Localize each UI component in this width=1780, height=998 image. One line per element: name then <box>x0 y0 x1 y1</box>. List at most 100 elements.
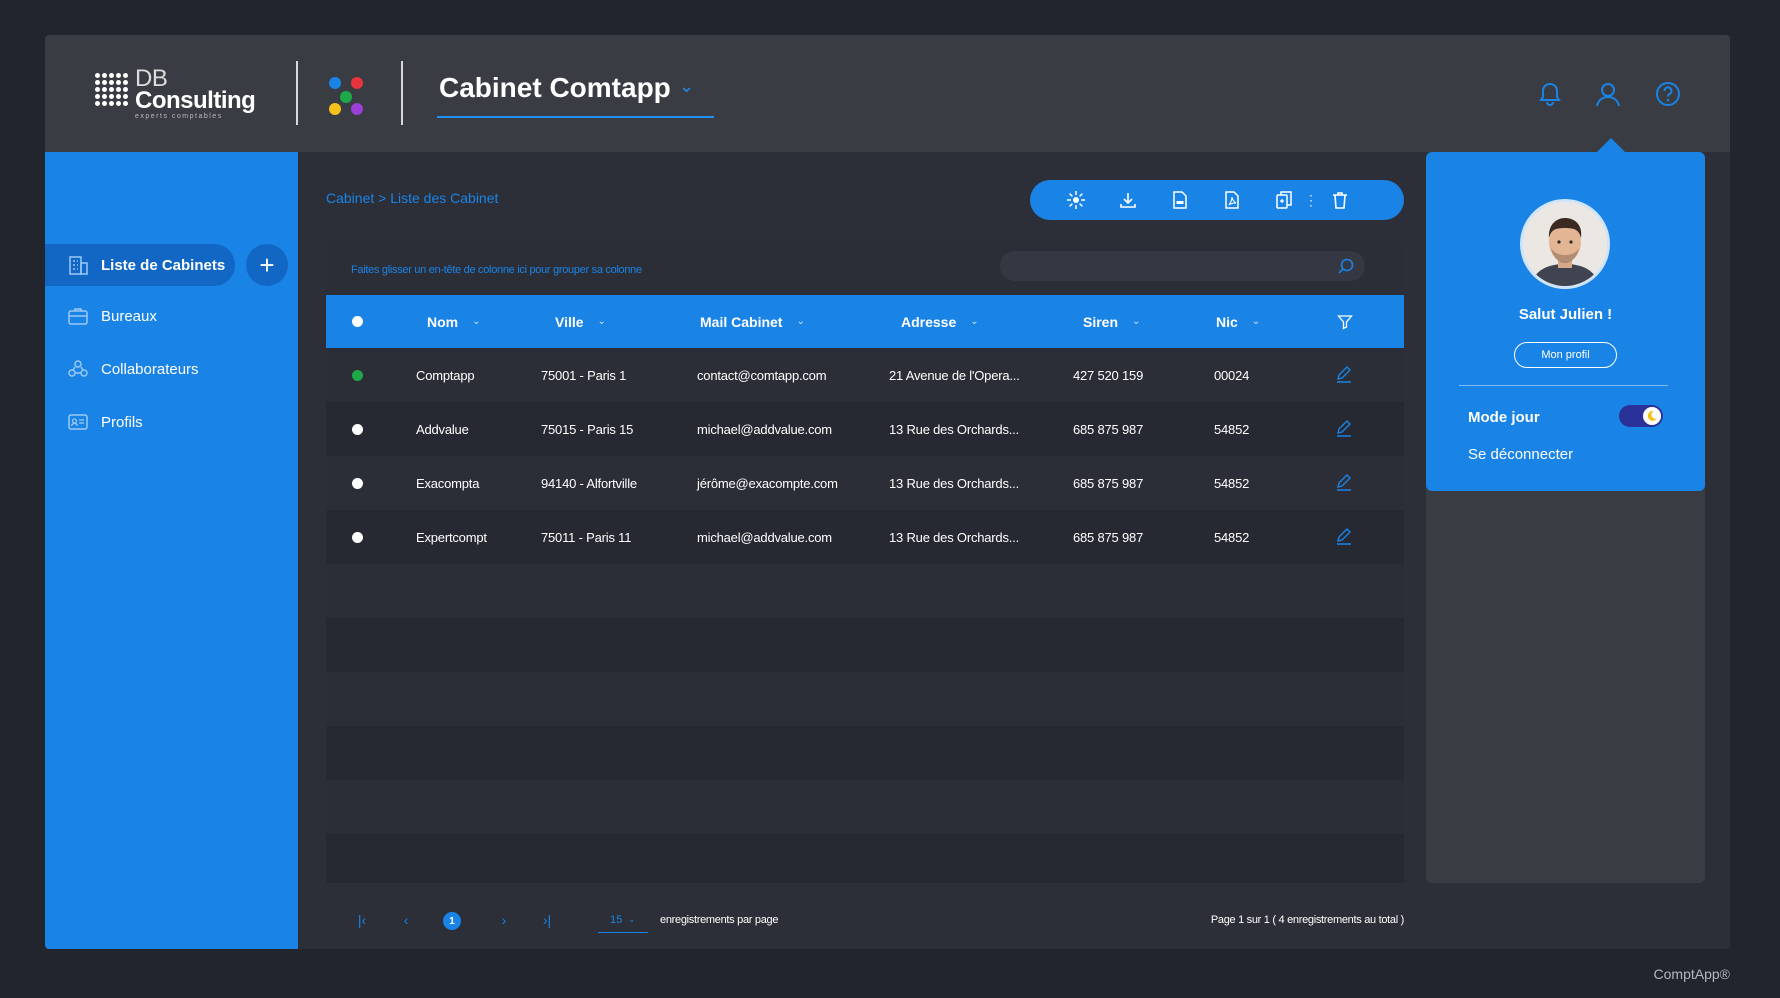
logo-subtitle: experts comptables <box>135 113 223 120</box>
day-mode-toggle[interactable] <box>1619 405 1663 427</box>
cell-nic: 54852 <box>1214 421 1250 437</box>
cabinet-selector-label: Cabinet Comtapp <box>439 72 671 103</box>
cabinet-selector[interactable]: Cabinet Comtapp ⌄ <box>437 68 714 118</box>
pagination: |‹ ‹ 1 › ›| 15 ⌄ enregistrements par pag… <box>326 905 1404 935</box>
cell-adresse: 21 Avenue de l'Opera... <box>889 367 1020 383</box>
cell-nom: Comptapp <box>416 367 475 383</box>
edit-icon[interactable] <box>1335 365 1353 388</box>
cell-mail: jérôme@exacompte.com <box>697 475 838 491</box>
app-switcher-icon[interactable] <box>329 77 373 119</box>
search-box <box>1000 251 1365 281</box>
user-icon[interactable] <box>1594 80 1622 108</box>
edit-icon[interactable] <box>1335 473 1353 496</box>
id-card-icon <box>68 414 88 430</box>
edit-icon[interactable] <box>1335 527 1353 550</box>
greeting: Salut Julien ! <box>1518 306 1613 323</box>
cabinets-grid: Faites glisser un en-tête de colonne ici… <box>326 241 1404 883</box>
sidebar-item-liste-de-cabinets[interactable]: Liste de Cabinets <box>45 244 235 286</box>
group-by-bar[interactable]: Faites glisser un en-tête de colonne ici… <box>326 241 1404 295</box>
per-page-select[interactable]: 15 ⌄ <box>598 907 648 933</box>
cell-adresse: 13 Rue des Orchards... <box>889 529 1019 545</box>
empty-row <box>326 834 1404 883</box>
group-hint: Faites glisser un en-tête de colonne ici… <box>351 264 642 276</box>
logout-link[interactable]: Se déconnecter <box>1468 446 1573 463</box>
table-row[interactable]: Expertcompt 75011 - Paris 11 michael@add… <box>326 510 1404 564</box>
avatar[interactable] <box>1520 199 1610 289</box>
bell-icon[interactable] <box>1536 80 1564 108</box>
cell-siren: 685 875 987 <box>1073 475 1144 491</box>
cell-ville: 94140 - Alfortville <box>541 475 637 491</box>
filter-icon[interactable] <box>1337 295 1353 348</box>
xls-file-icon[interactable] <box>1168 188 1192 212</box>
toolbar-separator: ⋮ <box>1304 191 1318 208</box>
table-row[interactable]: Comptapp 75001 - Paris 1 contact@comtapp… <box>326 348 1404 402</box>
copy-icon[interactable] <box>1272 188 1296 212</box>
chevron-down-icon: ⌄ <box>472 316 481 327</box>
cell-mail: michael@addvalue.com <box>697 529 832 545</box>
breadcrumb[interactable]: Cabinet > Liste des Cabinet <box>326 190 498 206</box>
sidebar-item-collaborateurs[interactable]: Collaborateurs <box>45 348 199 390</box>
grid-toolbar: ⋮ <box>1030 180 1404 220</box>
chevron-down-icon: ⌄ <box>679 76 695 96</box>
chevron-down-icon: ⌄ <box>597 316 606 327</box>
sidebar-item-label: Liste de Cabinets <box>101 256 226 274</box>
briefcase-icon <box>68 308 88 325</box>
column-header-nic[interactable]: Nic ⌄ <box>1216 295 1260 348</box>
next-page-icon[interactable]: › <box>492 905 516 935</box>
chevron-down-icon: ⌄ <box>1132 316 1141 327</box>
prev-page-icon[interactable]: ‹ <box>394 905 418 935</box>
sidebar-item-label: Collaborateurs <box>101 360 199 378</box>
profile-dropdown: Salut Julien ! Mon profil Mode jour Se d… <box>1426 152 1705 491</box>
column-header-nom[interactable]: Nom ⌄ <box>427 295 481 348</box>
page-button-current[interactable]: 1 <box>443 912 461 930</box>
help-icon[interactable] <box>1654 80 1682 108</box>
add-cabinet-button[interactable]: + <box>246 244 288 286</box>
column-header-siren[interactable]: Siren ⌄ <box>1083 295 1140 348</box>
cell-siren: 685 875 987 <box>1073 529 1144 545</box>
my-profile-button[interactable]: Mon profil <box>1514 342 1617 368</box>
people-icon <box>68 360 88 377</box>
building-icon <box>69 256 88 275</box>
grid-body: Comptapp 75001 - Paris 1 contact@comtapp… <box>326 348 1404 883</box>
empty-row <box>326 618 1404 672</box>
top-header: DB Consulting experts comptables Cabinet… <box>45 35 1730 152</box>
cell-mail: michael@addvalue.com <box>697 421 832 437</box>
empty-row <box>326 780 1404 834</box>
trash-icon[interactable] <box>1328 188 1352 212</box>
table-row[interactable]: Addvalue 75015 - Paris 15 michael@addval… <box>326 402 1404 456</box>
cell-ville: 75011 - Paris 11 <box>541 529 632 545</box>
chevron-down-icon: ⌄ <box>970 316 979 327</box>
pdf-file-icon[interactable] <box>1220 188 1244 212</box>
table-row[interactable]: Exacompta 94140 - Alfortville jérôme@exa… <box>326 456 1404 510</box>
search-input[interactable] <box>1000 251 1330 281</box>
last-page-icon[interactable]: ›| <box>535 905 559 935</box>
cell-ville: 75015 - Paris 15 <box>541 421 634 437</box>
header-divider <box>296 61 298 125</box>
chevron-down-icon: ⌄ <box>1251 316 1261 327</box>
column-header-mail-cabinet[interactable]: Mail Cabinet ⌄ <box>700 295 805 348</box>
cell-nom: Addvalue <box>416 421 469 437</box>
status-dot <box>352 478 363 489</box>
chevron-down-icon: ⌄ <box>628 915 635 924</box>
db-consulting-logo: DB Consulting experts comptables <box>95 67 256 120</box>
edit-icon[interactable] <box>1335 419 1353 442</box>
cell-nom: Exacompta <box>416 475 480 491</box>
select-all-dot[interactable] <box>352 316 363 327</box>
sidebar-item-profils[interactable]: Profils <box>45 401 143 443</box>
download-icon[interactable] <box>1116 188 1140 212</box>
page-info: Page 1 sur 1 ( 4 enregistrements au tota… <box>1210 914 1404 926</box>
column-header-adresse[interactable]: Adresse ⌄ <box>901 295 979 348</box>
moon-icon <box>1643 407 1661 425</box>
logo-title-2: Consulting <box>135 87 256 114</box>
search-icon[interactable] <box>1337 257 1355 280</box>
column-header-ville[interactable]: Ville ⌄ <box>555 295 606 348</box>
sidebar-item-bureaux[interactable]: Bureaux <box>45 295 157 337</box>
per-page-value: 15 <box>610 913 623 926</box>
day-mode-label: Mode jour <box>1468 409 1540 426</box>
cell-ville: 75001 - Paris 1 <box>541 367 627 383</box>
sun-icon[interactable] <box>1064 188 1088 212</box>
chevron-down-icon: ⌄ <box>796 316 805 327</box>
app-window: DB Consulting experts comptables Cabinet… <box>45 35 1730 949</box>
first-page-icon[interactable]: |‹ <box>350 905 374 935</box>
per-page-label: enregistrements par page <box>660 914 779 926</box>
